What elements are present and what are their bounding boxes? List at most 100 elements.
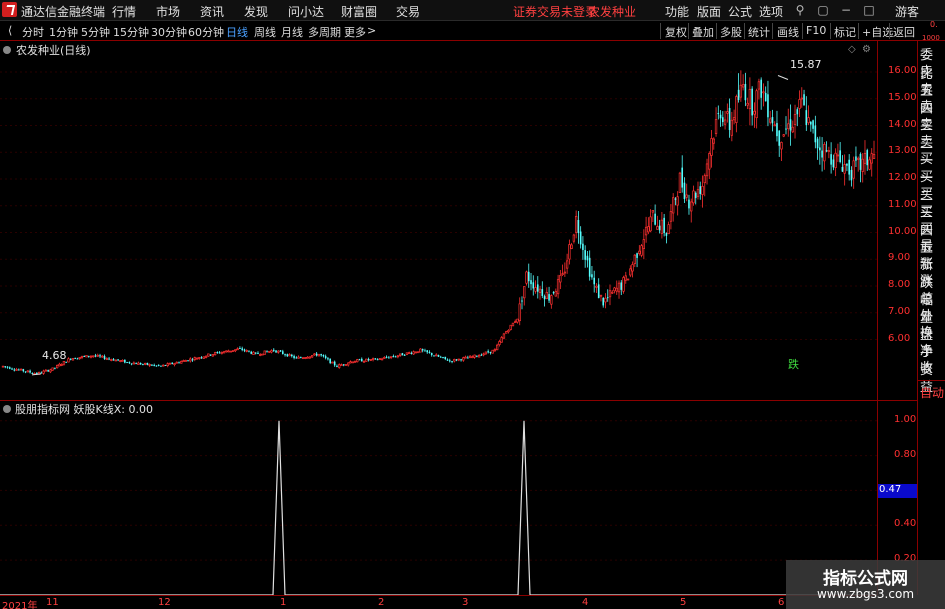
price-tick-label: 16.00 [888,65,917,77]
main-kline-chart[interactable]: 农发种业(日线) 15.87 4.68 跌 ◇ ⚙ [0,41,877,400]
candle-body [613,287,616,292]
candle-body [771,117,774,124]
candle-body [126,362,128,364]
candle-body [245,350,248,352]
menu-function[interactable]: 功能 [665,3,689,20]
candle-body [448,360,451,362]
candle-body [502,333,506,339]
candle-body [11,368,13,370]
candle-body [207,353,210,357]
period-multi[interactable]: 多周期 [308,24,341,40]
menu-news[interactable]: 资讯 [200,3,224,20]
candle-body [200,357,203,359]
login-warning[interactable]: 证券交易未登录 [513,3,597,20]
action-stats[interactable]: 统计 [748,24,770,40]
action-f10[interactable]: F10 [806,24,826,37]
date-axis: 2021年 11 12 1 2 3 4 5 6 [0,595,877,609]
support-icon[interactable]: ⚲ [793,3,807,17]
period-5min[interactable]: 5分钟 [81,24,110,40]
candle-body [324,356,327,359]
candle-body [239,347,241,349]
candle-body [195,357,199,360]
candle-body [231,350,235,352]
period-1min[interactable]: 1分钟 [49,24,78,40]
user-label[interactable]: 游客 [895,3,919,20]
candle-body [74,357,77,359]
scroll-left-icon[interactable]: ⟨ [8,24,12,37]
menu-wealth[interactable]: 财富圈 [341,3,377,20]
action-multi-stock[interactable]: 多股 [720,24,742,40]
candle-body [692,190,695,204]
watermark-url: www.zbgs3.com [816,587,915,601]
candle-body [173,363,176,365]
price-axis: 16.00 15.00 14.00 13.00 12.00 11.00 10.00 9.00 8… [877,41,918,595]
candle-body [388,357,390,359]
action-draw[interactable]: 画线 [777,24,799,40]
candle-body [604,297,607,303]
candle-body [257,352,259,355]
menu-trade[interactable]: 交易 [396,3,420,20]
menu-formula[interactable]: 公式 [728,3,752,20]
menu-market-list[interactable]: 市场 [156,3,180,20]
candle-body [304,357,307,359]
candle-body [730,119,734,136]
period-daily[interactable]: 日线 [226,24,248,40]
candle-body [863,153,867,164]
indicator-collapse-icon[interactable] [3,405,11,413]
indicator-chart[interactable]: 股朋指标网 妖股K线X: 0.00 [0,400,877,596]
date-label-dec: 12 [158,597,171,608]
period-30min[interactable]: 30分钟 [151,24,187,40]
period-weekly[interactable]: 周线 [254,24,276,40]
candle-body [642,239,646,249]
candle-body [538,288,542,293]
candle-body [270,350,273,353]
candle-body [496,344,499,351]
menu-options[interactable]: 选项 [759,3,783,20]
candle-body [114,359,117,362]
action-mark[interactable]: 标记 [834,24,856,40]
low-price-label: 4.68 [42,349,67,362]
skin-icon[interactable]: ▢ [816,3,830,17]
candle-body [315,353,318,356]
candle-body [830,154,832,165]
high-marker [777,75,789,80]
action-adjust[interactable]: 复权 [665,24,687,40]
menu-layout[interactable]: 版面 [697,3,721,20]
candle-body [216,351,219,353]
candle-body [87,355,90,357]
current-value-text: 0.47 [879,484,902,495]
candle-body [455,359,458,361]
menu-market[interactable]: 行情 [112,3,136,20]
candle-body [103,356,106,359]
maximize-icon[interactable]: □ [862,3,876,17]
period-monthly[interactable]: 月线 [281,24,303,40]
menu-ask[interactable]: 问小达 [288,3,324,20]
period-60min[interactable]: 60分钟 [188,24,224,40]
action-overlay[interactable]: 叠加 [692,24,714,40]
candle-body [281,351,284,354]
period-tick[interactable]: 分时 [22,24,44,40]
collapse-icon[interactable] [3,46,11,54]
candle-body [110,359,113,361]
candle-body [839,150,841,163]
period-15min[interactable]: 15分钟 [113,24,149,40]
menu-discover[interactable]: 发现 [244,3,268,20]
date-label-year: 2021年 [2,601,38,609]
period-more[interactable]: 更多 [344,24,366,40]
auto-toggle[interactable]: 自动 [920,384,944,401]
settings-icon[interactable]: ⚙ [862,44,871,55]
candle-body [360,358,363,362]
candle-body [189,358,192,362]
candle-body [617,282,621,293]
candle-body [796,109,799,115]
candle-body [442,357,444,359]
candle-body [380,358,384,361]
candle-body [243,349,246,351]
minimize-icon[interactable]: − [839,3,853,17]
diamond-icon[interactable]: ◇ [848,44,856,55]
candle-body [392,356,395,358]
candle-body [717,113,720,115]
price-tick-label: 9.00 [888,252,911,264]
action-back[interactable]: 返回 [893,24,915,40]
chevron-right-icon[interactable]: > [367,24,376,37]
